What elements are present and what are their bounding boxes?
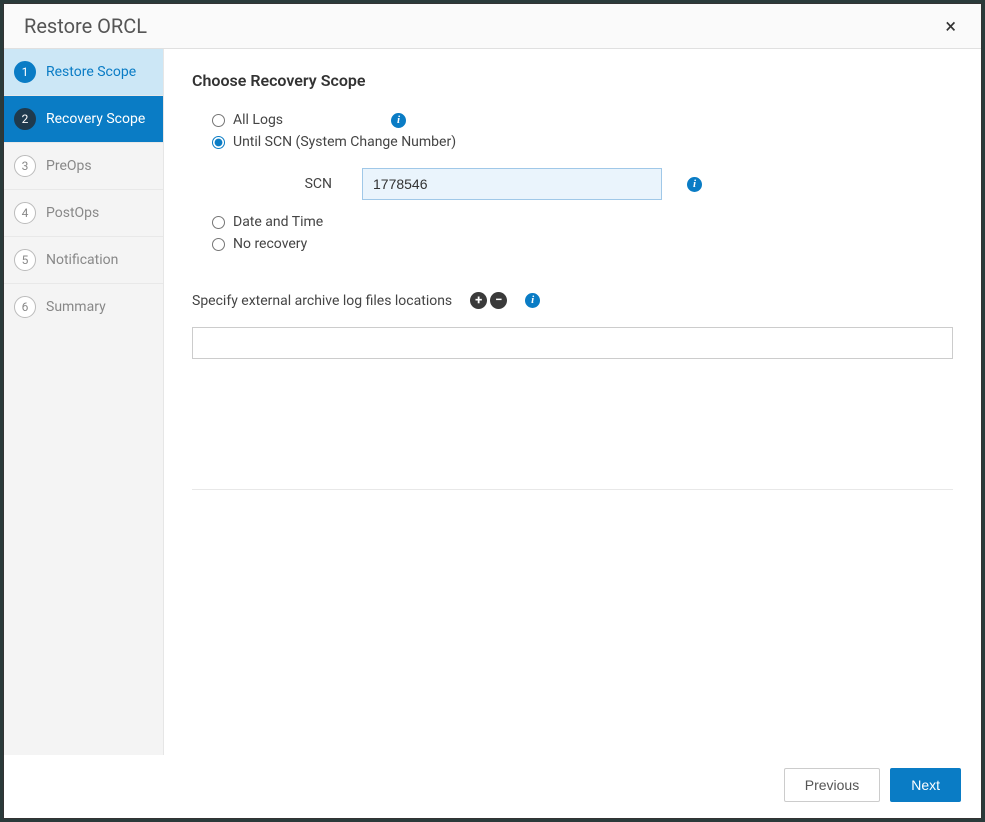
info-icon[interactable]: i	[391, 113, 406, 128]
step-label: Summary	[46, 299, 106, 315]
step-label: PostOps	[46, 205, 99, 221]
radio-no-recovery[interactable]	[212, 238, 225, 251]
info-icon[interactable]: i	[687, 177, 702, 192]
dialog-body: 1 Restore Scope 2 Recovery Scope 3 PreOp…	[4, 49, 981, 755]
add-remove-controls: + −	[470, 292, 507, 309]
sidebar-step-preops[interactable]: 3 PreOps	[4, 143, 163, 190]
scn-input[interactable]	[362, 168, 662, 200]
remove-location-icon[interactable]: −	[490, 292, 507, 309]
step-label: Recovery Scope	[46, 111, 145, 127]
radio-all-logs[interactable]	[212, 114, 225, 127]
step-number: 5	[14, 249, 36, 271]
sidebar-step-recovery-scope[interactable]: 2 Recovery Scope	[4, 96, 163, 143]
main-panel: Choose Recovery Scope All Logs i Until S…	[164, 49, 981, 755]
archive-location-input[interactable]	[192, 327, 953, 359]
archive-label: Specify external archive log files locat…	[192, 293, 452, 309]
add-location-icon[interactable]: +	[470, 292, 487, 309]
archive-locations-section: Specify external archive log files locat…	[192, 292, 953, 490]
previous-button[interactable]: Previous	[784, 768, 880, 802]
radio-until-scn[interactable]	[212, 136, 225, 149]
recovery-scope-radio-group-continued: Date and Time No recovery	[192, 214, 953, 258]
scn-label: SCN	[212, 176, 362, 192]
radio-no-recovery-label[interactable]: No recovery	[233, 236, 307, 252]
radio-row-all-logs: All Logs i	[212, 112, 953, 128]
radio-row-until-scn: Until SCN (System Change Number)	[212, 134, 953, 150]
dialog-footer: Previous Next	[4, 755, 981, 818]
step-number: 4	[14, 202, 36, 224]
radio-row-date-time: Date and Time	[212, 214, 953, 230]
step-number: 1	[14, 61, 36, 83]
step-number: 3	[14, 155, 36, 177]
dialog-title: Restore ORCL	[24, 14, 147, 38]
step-label: Restore Scope	[46, 64, 136, 80]
scn-field-row: SCN i	[192, 168, 953, 200]
next-button[interactable]: Next	[890, 768, 961, 802]
radio-all-logs-label[interactable]: All Logs	[233, 112, 283, 128]
sidebar-step-notification[interactable]: 5 Notification	[4, 237, 163, 284]
sidebar-step-summary[interactable]: 6 Summary	[4, 284, 163, 330]
close-icon[interactable]: ×	[940, 16, 961, 36]
sidebar-step-restore-scope[interactable]: 1 Restore Scope	[4, 49, 163, 96]
archive-header-row: Specify external archive log files locat…	[192, 292, 953, 309]
radio-until-scn-label[interactable]: Until SCN (System Change Number)	[233, 134, 456, 150]
dialog-header: Restore ORCL ×	[4, 4, 981, 49]
step-number: 6	[14, 296, 36, 318]
sidebar-step-postops[interactable]: 4 PostOps	[4, 190, 163, 237]
step-number: 2	[14, 108, 36, 130]
page-title: Choose Recovery Scope	[192, 71, 953, 90]
restore-dialog: Restore ORCL × 1 Restore Scope 2 Recover…	[3, 3, 982, 819]
step-label: Notification	[46, 252, 118, 268]
step-label: PreOps	[46, 158, 92, 174]
wizard-sidebar: 1 Restore Scope 2 Recovery Scope 3 PreOp…	[4, 49, 164, 755]
info-icon[interactable]: i	[525, 293, 540, 308]
radio-date-time-label[interactable]: Date and Time	[233, 214, 323, 230]
radio-row-no-recovery: No recovery	[212, 236, 953, 252]
radio-date-time[interactable]	[212, 216, 225, 229]
recovery-scope-radio-group: All Logs i Until SCN (System Change Numb…	[192, 112, 953, 156]
